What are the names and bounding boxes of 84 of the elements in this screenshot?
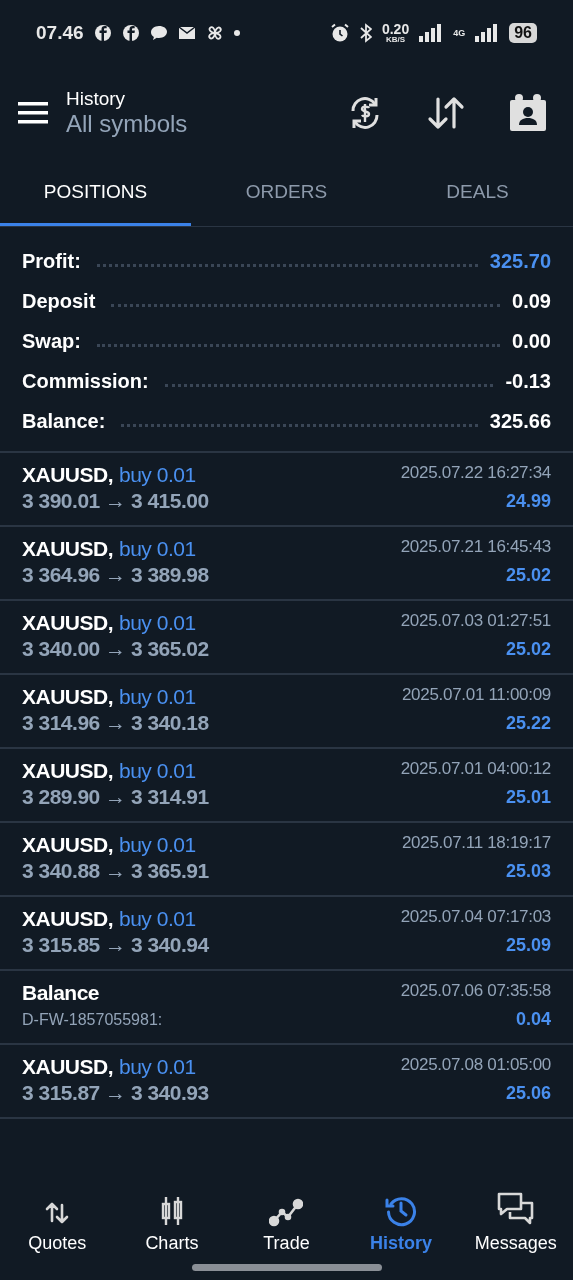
amount: 0.04 <box>515 1009 551 1030</box>
symbol-filter[interactable]: All symbols <box>66 110 329 138</box>
deal-type: buy 0.01 <box>119 463 196 487</box>
chat-bubble-icon <box>149 25 168 41</box>
timestamp: 2025.07.06 07:35:58 <box>400 981 551 1001</box>
mail-icon <box>177 26 196 40</box>
nav-tab[interactable]: Charts <box>114 1182 230 1254</box>
symbol: XAUUSD, <box>22 759 113 783</box>
summary-value: 0.00 <box>512 329 551 353</box>
nav-tab[interactable]: History <box>343 1182 459 1254</box>
bluetooth-icon <box>359 23 372 43</box>
summary-label: Profit: <box>22 249 81 273</box>
nav-tab[interactable]: Trade <box>229 1182 344 1254</box>
profit: 25.02 <box>505 639 551 660</box>
timestamp: 2025.07.21 16:45:43 <box>400 537 551 557</box>
timestamp: 2025.07.04 07:17:03 <box>400 907 551 927</box>
pinwheel-icon <box>205 24 224 42</box>
clock: 07.46 <box>36 22 84 44</box>
deal-type: buy 0.01 <box>119 1055 196 1079</box>
summary-label: Deposit <box>22 289 96 313</box>
summary-value: 325.70 <box>489 249 551 273</box>
deal-type: buy 0.01 <box>119 537 196 561</box>
price-range: 3 390.01 → 3 415.00 <box>22 489 209 513</box>
social-app-icon <box>93 24 112 42</box>
timestamp: 2025.07.01 11:00:09 <box>401 685 551 705</box>
tab[interactable]: POSITIONS <box>0 160 191 226</box>
timestamp: 2025.07.22 16:27:34 <box>400 463 551 483</box>
profit: 25.09 <box>505 935 551 956</box>
network-type: 4G <box>453 28 466 38</box>
dot-icon <box>233 30 240 36</box>
line-chart-icon <box>269 1197 304 1227</box>
profit: 25.03 <box>505 861 551 882</box>
profit: 25.02 <box>505 565 551 586</box>
profit: 25.01 <box>505 787 551 808</box>
profit: 25.22 <box>505 713 551 734</box>
alarm-icon <box>329 23 350 43</box>
symbol: XAUUSD, <box>22 463 113 487</box>
price-range: 3 289.90 → 3 314.91 <box>22 785 209 809</box>
summary-value: 0.09 <box>512 289 551 313</box>
menu-icon[interactable] <box>18 102 48 124</box>
symbol: XAUUSD, <box>22 1055 113 1079</box>
deal-type: buy 0.01 <box>119 833 196 857</box>
summary-label: Balance: <box>22 409 106 433</box>
profit: 25.06 <box>505 1083 551 1104</box>
deal-type: buy 0.01 <box>119 611 196 635</box>
price-range: 3 315.87 → 3 340.93 <box>22 1081 209 1105</box>
deal-type: buy 0.01 <box>119 759 196 783</box>
entry-title: Balance <box>22 981 101 1005</box>
symbol: XAUUSD, <box>22 685 113 709</box>
symbol: XAUUSD, <box>22 611 113 635</box>
timestamp: 2025.07.03 01:27:51 <box>400 611 551 631</box>
price-range: 3 340.88 → 3 365.91 <box>22 859 209 883</box>
price-range: 3 364.96 → 3 389.98 <box>22 563 209 587</box>
summary-label: Commission: <box>22 369 149 393</box>
screen-title: History <box>66 88 127 110</box>
symbol: XAUUSD, <box>22 833 113 857</box>
deal-type: buy 0.01 <box>119 685 196 709</box>
summary-value: 325.66 <box>489 409 551 433</box>
comment: D-FW-1857055981: <box>22 1011 163 1029</box>
price-range: 3 314.96 → 3 340.18 <box>22 711 209 735</box>
symbol: XAUUSD, <box>22 907 113 931</box>
profit: 24.99 <box>505 491 551 512</box>
timestamp: 2025.07.08 01:05:00 <box>400 1055 551 1075</box>
sort-icon[interactable] <box>427 96 465 130</box>
network-speed: 0.20 <box>381 22 410 36</box>
nav-tab[interactable]: Messages <box>458 1182 573 1254</box>
tab[interactable]: DEALS <box>382 160 573 226</box>
nav-tab[interactable]: Quotes <box>0 1182 115 1254</box>
summary-value: -0.13 <box>505 369 551 393</box>
tab[interactable]: ORDERS <box>191 160 382 226</box>
price-range: 3 340.00 → 3 365.02 <box>22 637 209 661</box>
speed-unit: KB/S <box>386 36 406 44</box>
price-range: 3 315.85 → 3 340.94 <box>22 933 209 957</box>
social-app-icon <box>121 24 140 42</box>
chat-icon <box>495 1191 536 1227</box>
battery-level: 96 <box>509 23 537 43</box>
signal-icon <box>475 24 500 42</box>
signal-icon <box>419 24 444 42</box>
summary-label: Swap: <box>22 329 81 353</box>
timestamp: 2025.07.11 18:19:17 <box>401 833 551 853</box>
symbol: XAUUSD, <box>22 537 113 561</box>
calendar-icon[interactable] <box>509 94 547 132</box>
deal-type: buy 0.01 <box>119 907 196 931</box>
timestamp: 2025.07.01 04:00:12 <box>400 759 551 779</box>
